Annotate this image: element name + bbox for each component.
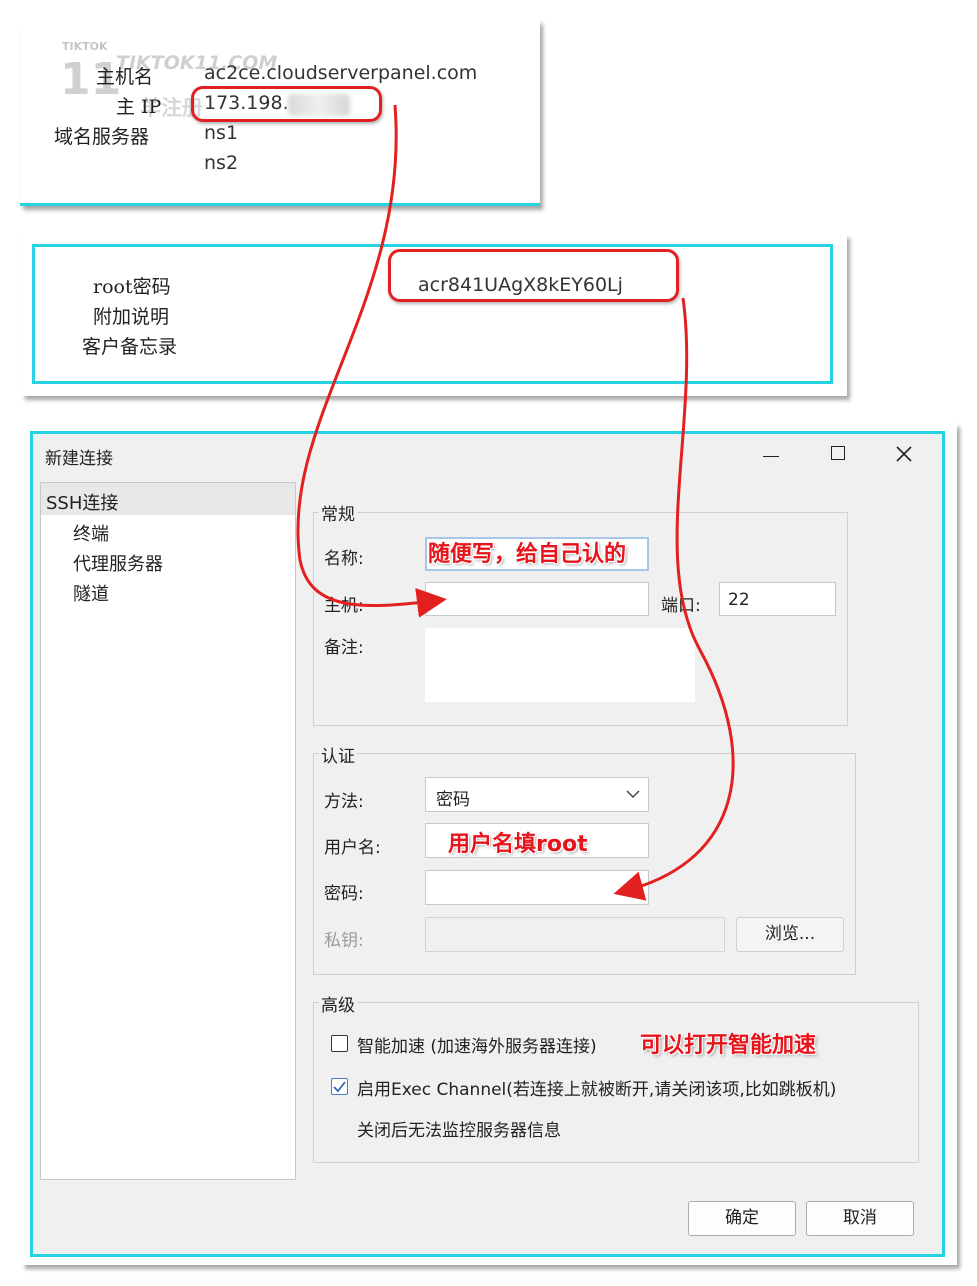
advanced-group-title: 高级 [319, 991, 357, 1016]
watermark-top: TIKTOK [62, 40, 108, 53]
auth-group-title: 认证 [319, 742, 357, 767]
nameserver-1: ns1 [204, 122, 239, 144]
annotation-name-hint: 随便写，给自己认的 [428, 542, 627, 567]
ip-highlight-box [191, 86, 382, 122]
ok-button[interactable]: 确定 [688, 1201, 796, 1236]
port-input[interactable]: 22 [719, 582, 836, 616]
nameserver-label: 域名服务器 [54, 126, 150, 148]
exec-channel-checkbox[interactable] [331, 1078, 348, 1095]
title-bar: 新建连接 [33, 434, 942, 479]
smart-accel-label[interactable]: 智能加速 (加速海外服务器连接) [357, 1032, 597, 1057]
chevron-down-icon [626, 790, 640, 799]
maximize-icon[interactable] [831, 446, 845, 460]
annotation-accel-hint: 可以打开智能加速 [640, 1033, 817, 1058]
port-label: 端口: [661, 596, 701, 616]
root-password-label: root密码 [93, 276, 171, 298]
password-input[interactable] [425, 870, 649, 905]
method-label: 方法: [324, 792, 364, 812]
exec-channel-label[interactable]: 启用Exec Channel(若连接上就被断开,请关闭该项,比如跳板机) [357, 1075, 836, 1100]
tree-item-ssh[interactable]: SSH连接 [46, 489, 118, 515]
annotation-username-hint: 用户名填root [448, 832, 588, 857]
password-label: 密码: [324, 884, 364, 904]
cancel-button[interactable]: 取消 [806, 1201, 914, 1236]
private-key-label: 私钥: [324, 931, 364, 951]
connection-tree: SSH连接 终端 代理服务器 隧道 [40, 482, 296, 1180]
method-value: 密码 [436, 790, 470, 810]
extra-notes-label: 附加说明 [93, 306, 170, 328]
dialog-title: 新建连接 [45, 449, 113, 469]
nameserver-2: ns2 [204, 152, 239, 174]
host-label: 主机: [324, 596, 364, 616]
tree-item-terminal[interactable]: 终端 [73, 520, 109, 546]
private-key-input [425, 917, 725, 952]
smart-accel-checkbox[interactable] [331, 1035, 348, 1052]
checkmark-icon [333, 1081, 346, 1093]
minimize-icon[interactable] [763, 456, 779, 457]
hostname-label: 主机名 [96, 66, 154, 88]
exec-channel-note: 关闭后无法监控服务器信息 [357, 1121, 561, 1141]
main-ip-label: 主 IP [116, 96, 162, 118]
name-label: 名称: [324, 549, 364, 569]
tree-item-tunnel[interactable]: 隧道 [73, 580, 109, 606]
tree-item-proxy[interactable]: 代理服务器 [73, 550, 163, 576]
note-label: 备注: [324, 638, 364, 658]
browse-button: 浏览... [736, 917, 844, 952]
username-label: 用户名: [324, 838, 381, 858]
method-select[interactable]: 密码 [425, 777, 649, 812]
hostname-value: ac2ce.cloudserverpanel.com [204, 62, 478, 84]
port-value: 22 [728, 590, 750, 610]
note-textarea[interactable] [425, 628, 695, 702]
customer-memo-label: 客户备忘录 [82, 336, 178, 358]
password-highlight-box [388, 249, 679, 302]
host-input[interactable] [425, 582, 649, 616]
close-icon[interactable] [895, 445, 913, 463]
general-group-title: 常规 [319, 500, 357, 525]
